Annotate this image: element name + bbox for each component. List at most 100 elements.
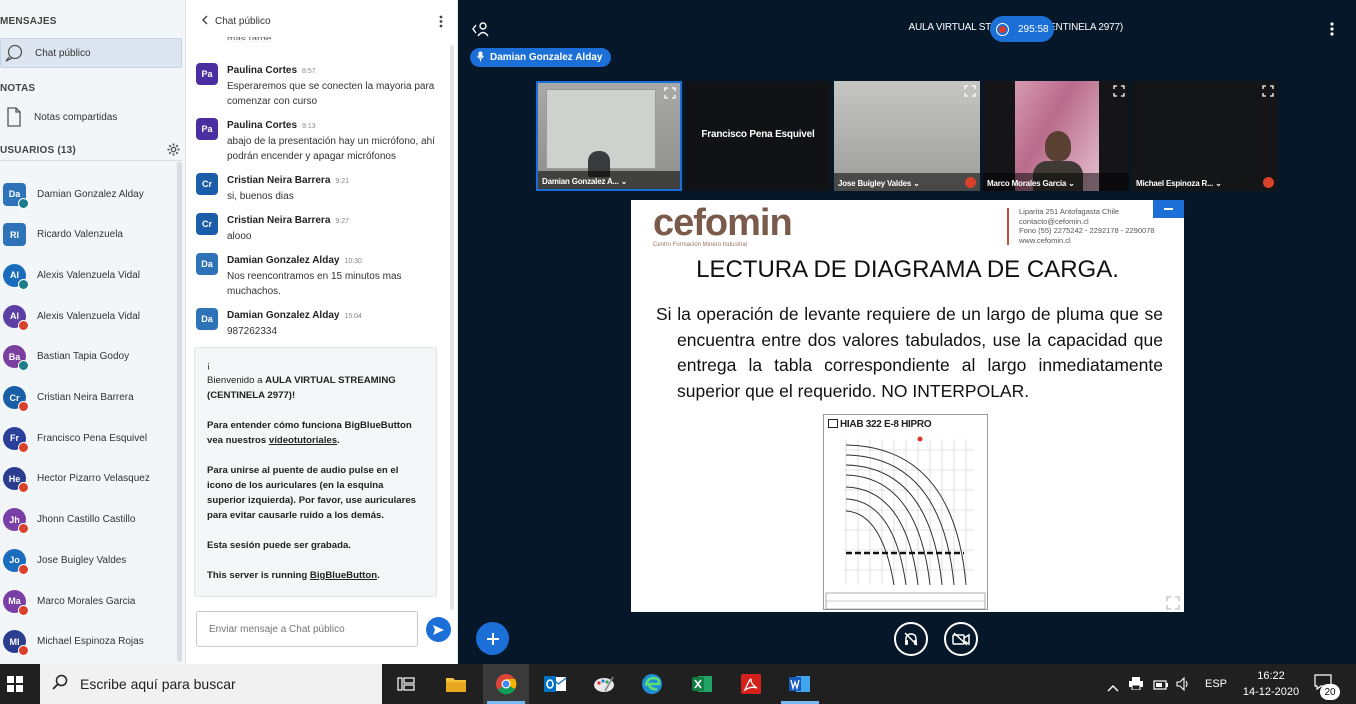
avatar: Fr <box>3 426 29 453</box>
welcome-p5: This server is running BigBlueButton. <box>207 568 424 583</box>
edge-icon[interactable] <box>638 670 666 698</box>
expand-icon[interactable] <box>1113 84 1125 97</box>
acrobat-icon[interactable] <box>737 670 765 698</box>
excel-icon[interactable] <box>688 670 716 698</box>
chevron-left-icon[interactable] <box>201 15 208 28</box>
taskbar-search-box[interactable]: Escribe aquí para buscar <box>40 664 382 704</box>
word-icon[interactable] <box>786 670 814 698</box>
welcome-p4-text: Esta sesión puede ser grabada. <box>207 540 351 551</box>
message-author: Damian Gonzalez Alday <box>227 255 340 266</box>
avatar: He <box>3 467 29 494</box>
hiab-logo-icon <box>828 419 838 428</box>
user-list-item[interactable]: Jh Jhonn Castillo Castillo <box>0 500 182 540</box>
webcam-tile-5[interactable]: Michael Espinoza R... ⌄ <box>1132 81 1278 191</box>
actions-button[interactable] <box>476 622 509 655</box>
chat-scrollbar[interactable] <box>450 45 454 610</box>
avatar: Cr <box>196 173 218 195</box>
avatar: Jh <box>3 508 29 535</box>
headphones-off-icon <box>904 632 918 646</box>
welcome-p4: Esta sesión puede ser grabada. <box>207 538 424 553</box>
message-time: 9:13 <box>302 123 316 130</box>
clock[interactable]: 16:22 14-12-2020 <box>1236 668 1306 700</box>
user-list-item[interactable]: Fr Francisco Pena Esquivel <box>0 418 182 458</box>
muted-mic-icon <box>18 523 29 535</box>
recording-time: 295:58 <box>1018 23 1049 35</box>
chat-panel: Chat público mas tarde PaPaulina Cortes8… <box>186 0 458 664</box>
bigbluebutton-link[interactable]: BigBlueButton <box>310 570 377 581</box>
message-header: Paulina Cortes 9:13 <box>227 115 446 133</box>
user-list-item[interactable]: MI Michael Espinoza Rojas <box>0 622 182 662</box>
chat-message-input[interactable] <box>196 611 418 647</box>
avatar-initials: Da <box>8 189 21 199</box>
user-list-item[interactable]: Al Alexis Valenzuela Vidal <box>0 255 182 295</box>
webcam-tile-1[interactable]: Damian Gonzalez A... ⌄ <box>536 81 682 191</box>
language-indicator[interactable]: ESP <box>1205 678 1227 690</box>
webcam-tile-2[interactable]: Francisco Pena Esquivel <box>685 81 831 191</box>
contact-email: contacto@cefomin.cl <box>1019 216 1089 226</box>
user-list-item[interactable]: Ma Marco Morales Garcia <box>0 581 182 621</box>
user-list-item[interactable]: He Hector Pizarro Velasquez <box>0 459 182 499</box>
printer-icon[interactable] <box>1129 677 1143 695</box>
expand-icon[interactable] <box>964 84 976 97</box>
user-list-item[interactable]: Al Alexis Valenzuela Vidal <box>0 296 182 336</box>
webcam-tile-3[interactable]: Jose Buigley Valdes ⌄ <box>834 81 980 191</box>
message-author: Paulina Cortes <box>227 120 298 131</box>
user-list-item[interactable]: Da Damian Gonzalez Alday <box>0 174 182 214</box>
gear-icon[interactable] <box>167 143 180 161</box>
avatar: Pa <box>196 63 218 85</box>
recording-indicator[interactable]: 295:58 <box>990 16 1054 42</box>
user-list-item[interactable]: Cr Cristian Neira Barrera <box>0 378 182 418</box>
muted-mic-icon <box>18 563 29 575</box>
fullscreen-icon[interactable] <box>1166 596 1180 612</box>
chat-header: Chat público <box>186 0 457 42</box>
outlook-icon[interactable] <box>541 670 569 698</box>
presentation-slide[interactable]: cefomin Centro Formación Minero Industri… <box>631 200 1184 612</box>
user-list-item[interactable]: Jo Jose Buigley Valdes <box>0 540 182 580</box>
chrome-icon[interactable] <box>492 670 520 698</box>
webcam-label-4: Marco Morales Garcia ⌄ <box>987 179 1075 188</box>
options-menu-icon[interactable] <box>1330 22 1334 41</box>
audio-toggle-button[interactable] <box>894 622 928 656</box>
send-button[interactable] <box>426 617 451 642</box>
chat-message: Pa Paulina Cortes 9:13 abajo de la presenta… <box>196 115 446 164</box>
message-author: Cristian Neira Barrera <box>227 175 331 186</box>
user-list-item[interactable]: RI Ricardo Valenzuela <box>0 215 182 255</box>
shared-notes-nav[interactable]: Notas compartidas <box>0 102 182 132</box>
video-toggle-button[interactable] <box>944 622 978 656</box>
user-list-item[interactable]: Ba Bastian Tapia Godoy <box>0 337 182 377</box>
user-name: Alexis Valenzuela Vidal <box>37 269 141 281</box>
avatar: Al <box>3 304 29 331</box>
public-chat-nav[interactable]: Chat público <box>0 38 182 68</box>
logo-subtitle: Centro Formación Minero Industrial <box>653 242 748 248</box>
webcam-label-text-5: Michael Espinoza R... <box>1136 179 1214 188</box>
webcam-label-1: Damian Gonzalez A... ⌄ <box>542 177 628 186</box>
chevron-up-icon[interactable] <box>1107 679 1119 697</box>
user-name: Francisco Pena Esquivel <box>37 432 148 444</box>
volume-icon[interactable] <box>1176 676 1192 696</box>
user-name: Alexis Valenzuela Vidal <box>37 310 141 322</box>
battery-plug-icon[interactable] <box>1153 678 1169 696</box>
minimize-presentation-button[interactable] <box>1153 200 1184 218</box>
webcam-label-5: Michael Espinoza R... ⌄ <box>1136 179 1222 188</box>
welcome-p3: Para unirse al puente de audio pulse en … <box>207 463 424 523</box>
file-explorer-icon[interactable] <box>442 670 470 698</box>
video-tutorials-link[interactable]: vídeotutoriales <box>269 435 337 446</box>
task-view-icon[interactable] <box>392 670 420 698</box>
welcome-p2: Para entender cómo funciona BigBlueButto… <box>207 418 424 448</box>
webcam-label-text-1: Damian Gonzalez A... <box>542 177 619 186</box>
expand-icon[interactable] <box>664 86 676 99</box>
webcam-tile-4[interactable]: Marco Morales Garcia ⌄ <box>983 81 1129 191</box>
message-text: si, buenos dias <box>227 191 294 202</box>
webcam-label-text-4: Marco Morales Garcia <box>987 179 1067 188</box>
message-text: alooo <box>227 231 252 242</box>
users-scrollbar[interactable] <box>177 162 182 662</box>
windows-start-icon[interactable] <box>7 676 23 697</box>
avatar: Ma <box>3 589 29 616</box>
kebab-menu-icon[interactable] <box>439 15 443 31</box>
muted-mic-icon <box>1263 177 1274 188</box>
welcome-p1: Bienvenido a AULA VIRTUAL STREAMING (CEN… <box>207 373 424 403</box>
send-icon <box>433 624 444 635</box>
paint-icon[interactable] <box>590 670 618 698</box>
expand-icon[interactable] <box>1262 84 1274 97</box>
windows-taskbar: Escribe aquí para buscar ESP 16:22 14-12… <box>0 664 1356 704</box>
